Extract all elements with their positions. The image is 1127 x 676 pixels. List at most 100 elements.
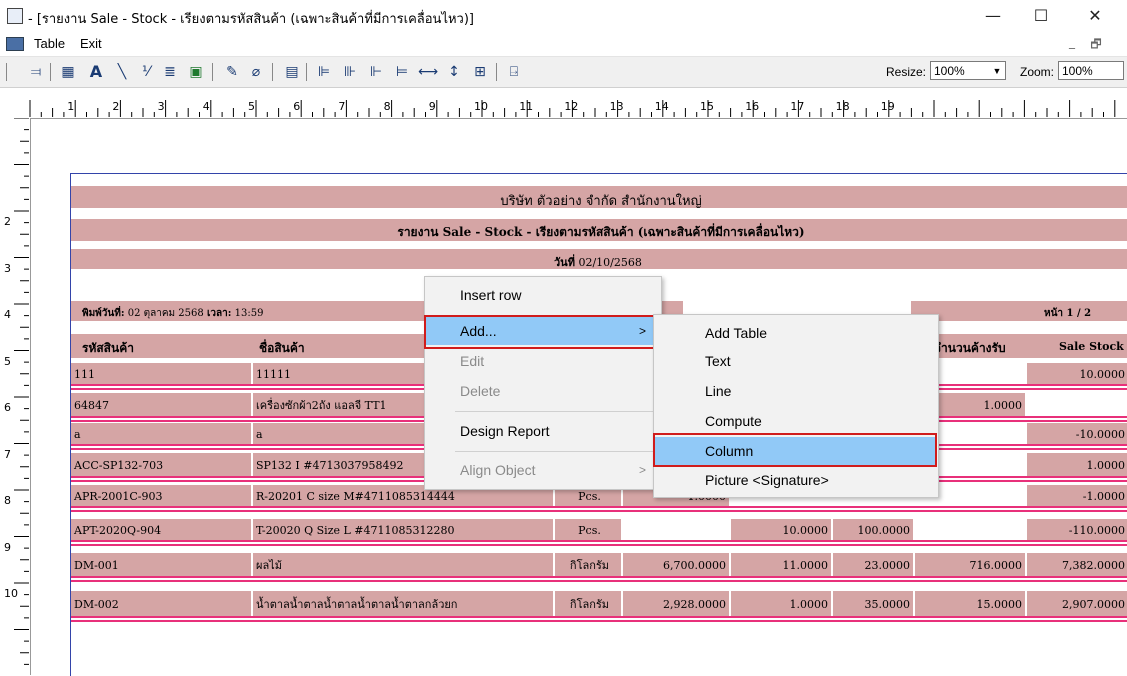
- ruler-number: 6: [293, 100, 301, 113]
- same-size-icon[interactable]: ⊞: [470, 62, 490, 82]
- ruler-number: 4: [4, 308, 11, 321]
- print-info: พิมพ์วันที่: 02 ตุลาคม 2568 เวลา: 13:59: [79, 306, 459, 321]
- cell-code: DM-002: [71, 591, 251, 617]
- cell-c2: 1.0000: [731, 591, 831, 617]
- zoom-value: 100%: [1062, 64, 1093, 78]
- cell-c2: 10.0000: [731, 519, 831, 541]
- cell-c3: 23.0000: [833, 553, 913, 577]
- cell-c1: 2,928.0000: [623, 591, 729, 617]
- ruler-number: 19: [880, 100, 895, 113]
- cell-c2: 11.0000: [731, 553, 831, 577]
- menu-align-object[interactable]: Align Object >: [426, 456, 658, 484]
- compute-icon[interactable]: ⅟: [136, 62, 156, 82]
- row-divider: [71, 540, 1127, 542]
- cell-code: APR-2001C-903: [71, 485, 251, 507]
- header-name: ชื่อสินค้า: [259, 341, 305, 355]
- zoom-select[interactable]: 100%: [1058, 61, 1124, 80]
- zoom-label: Zoom:: [1020, 65, 1055, 79]
- toolbar-grip: [6, 63, 7, 81]
- row-divider: [71, 576, 1127, 578]
- company-band[interactable]: บริษัท ตัวอย่าง จำกัด สำนักงานใหญ่: [71, 186, 1127, 209]
- header-pending: จำนวนค้างรับ: [934, 341, 1006, 355]
- tree-icon[interactable]: ⫤: [26, 62, 46, 82]
- align-left-icon[interactable]: ⊫: [314, 62, 334, 82]
- same-width-icon[interactable]: ⟷: [418, 62, 438, 82]
- cell-ss: -110.0000: [1027, 519, 1127, 541]
- cell-c4: 15.0000: [915, 591, 1025, 617]
- picture-icon[interactable]: ▣: [186, 62, 206, 82]
- mdi-restore-button[interactable]: 🗗: [1088, 35, 1104, 56]
- chevron-down-icon[interactable]: ▼: [989, 62, 1005, 81]
- row-divider: [71, 544, 1127, 546]
- time-value: 13:59: [234, 308, 264, 319]
- ruler-number: 6: [4, 401, 11, 414]
- ruler-number: 12: [564, 100, 579, 113]
- ruler-number: 8: [383, 100, 391, 113]
- close-button[interactable]: ✕: [1072, 2, 1118, 30]
- chart-icon[interactable]: ▤: [282, 62, 302, 82]
- menu-delete[interactable]: Delete: [426, 377, 658, 405]
- cell-c3: 35.0000: [833, 591, 913, 617]
- same-height-icon[interactable]: ↕: [444, 62, 464, 82]
- mdi-minimize-button[interactable]: _: [1064, 35, 1080, 49]
- cell-ss: 2,907.0000: [1027, 591, 1127, 617]
- vertical-ruler: 2 3 4 5 6 7 8 9 10: [0, 118, 31, 675]
- menu-separator: [455, 451, 655, 452]
- maximize-button[interactable]: ☐: [1018, 2, 1064, 30]
- print-preview-icon[interactable]: [7, 8, 23, 24]
- table-row[interactable]: DM-001 ผลไม้ กิโลกรัม 6,700.0000 11.0000 23.0…: [71, 553, 1127, 577]
- resize-select[interactable]: 100% ▼: [930, 61, 1006, 80]
- menu-separator: [455, 411, 655, 412]
- toolbar-separator: [212, 63, 213, 81]
- menu-insert-row[interactable]: Insert row: [426, 281, 658, 309]
- title-bar: - [รายงาน Sale - Stock - เรียงตามรหัสสิน…: [0, 0, 1127, 32]
- submenu-compute[interactable]: Compute: [655, 407, 935, 435]
- ruler-number: 3: [4, 261, 11, 275]
- document-icon[interactable]: [6, 37, 24, 51]
- table-row[interactable]: APT-2020Q-904 T-20020 Q Size L #471108531…: [71, 519, 1127, 541]
- eraser-icon[interactable]: ⌀: [246, 62, 266, 82]
- text-icon[interactable]: A: [86, 62, 106, 82]
- menu-edit[interactable]: Edit: [426, 347, 658, 375]
- ruler-number: 3: [157, 100, 165, 113]
- ruler-number: 2: [112, 100, 120, 113]
- window-title: - [รายงาน Sale - Stock - เรียงตามรหัสสิน…: [28, 12, 474, 27]
- ruler-number: 5: [248, 100, 255, 113]
- line-icon[interactable]: ╲: [112, 62, 132, 82]
- cell-ss: 1.0000: [1027, 453, 1127, 477]
- minimize-button[interactable]: —: [970, 2, 1016, 30]
- align-bottom-icon[interactable]: ⊨: [392, 62, 412, 82]
- table-grid-icon[interactable]: ▦: [58, 62, 78, 82]
- page-number: หน้า 1 / 2: [1044, 308, 1092, 319]
- align-right-icon[interactable]: ⊩: [366, 62, 386, 82]
- header-code: รหัสสินค้า: [82, 341, 134, 355]
- cell-code: DM-001: [71, 553, 251, 577]
- ruler-number: 10: [474, 100, 488, 113]
- toolbar: ⫤ ▦ A ╲ ⅟ ≣ ▣ ✎ ⌀ ▤ ⊫ ⊪ ⊩ ⊨ ⟷ ↕ ⊞ ⍈ Resi…: [0, 57, 1127, 88]
- report-title: รายงาน Sale - Stock - เรียงตามรหัสสินค้า…: [397, 225, 805, 239]
- submenu-add-table[interactable]: Add Table: [655, 319, 935, 347]
- menu-exit[interactable]: Exit: [80, 36, 102, 51]
- ruler-number: 4: [202, 100, 210, 113]
- menu-align-object-label: Align Object: [460, 462, 536, 478]
- align-top-icon[interactable]: ⊪: [340, 62, 360, 82]
- submenu-picture-signature[interactable]: Picture <Signature>: [655, 466, 935, 494]
- title-band[interactable]: รายงาน Sale - Stock - เรียงตามรหัสสินค้า…: [71, 219, 1127, 241]
- menu-bar: Table Exit _ 🗗: [0, 32, 1127, 57]
- menu-design-report[interactable]: Design Report: [426, 417, 658, 445]
- row-divider: [71, 616, 1127, 618]
- submenu-text[interactable]: Text: [655, 347, 935, 375]
- submenu-line[interactable]: Line: [655, 377, 935, 405]
- table-row[interactable]: DM-002 น้ำตาลน้ำตาลน้ำตาลน้ำตาลน้ำตาลกล้ว…: [71, 591, 1127, 617]
- date-band[interactable]: วันที่ 02/10/2568: [71, 249, 1127, 269]
- row-divider: [71, 580, 1127, 582]
- exit-door-icon[interactable]: ⍈: [504, 62, 524, 82]
- resize-value: 100%: [934, 64, 965, 78]
- menu-table[interactable]: Table: [34, 36, 65, 51]
- ruler-number: 9: [4, 540, 11, 554]
- column-icon[interactable]: ≣: [160, 62, 180, 82]
- cell-name: T-20020 Q Size L #4711085312280: [253, 519, 553, 541]
- ruler-number: 15: [700, 100, 714, 113]
- add-submenu: Add Table Text Line Compute Column Pictu…: [653, 314, 939, 498]
- design-icon[interactable]: ✎: [222, 62, 242, 82]
